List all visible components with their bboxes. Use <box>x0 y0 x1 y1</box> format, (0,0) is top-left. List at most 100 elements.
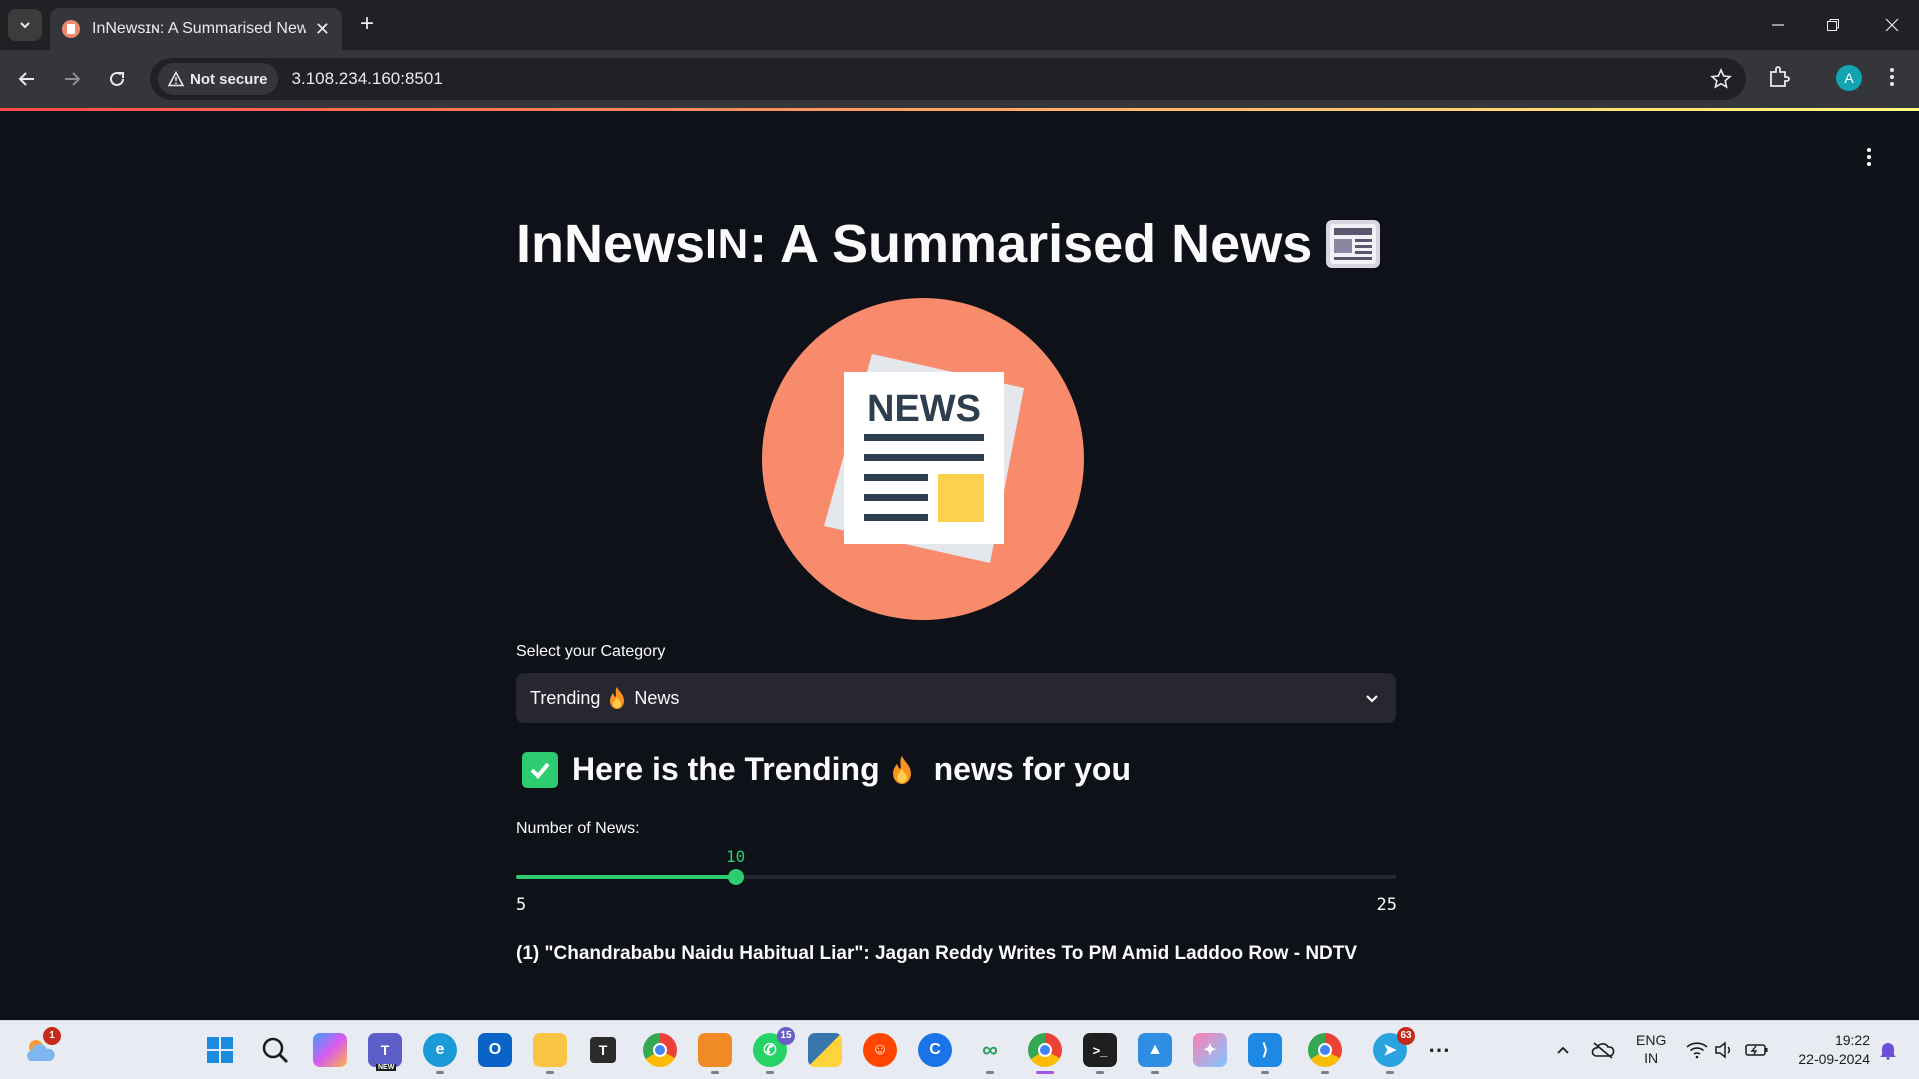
page-title-smallcaps: IN <box>705 220 750 267</box>
reload-button[interactable] <box>102 64 132 94</box>
language-code: ENG <box>1636 1032 1667 1048</box>
typora-icon: T <box>598 1042 608 1058</box>
security-chip[interactable]: Not secure <box>158 63 278 95</box>
news-hero-image: NEWS <box>762 298 1084 620</box>
weather-widget[interactable]: 1 <box>23 1027 61 1067</box>
back-arrow-icon <box>18 72 34 86</box>
news-item-title: (1) "Chandrababu Naidu Habitual Liar": J… <box>516 943 1358 964</box>
chrome-app[interactable] <box>643 1033 677 1067</box>
security-label: Not secure <box>190 70 268 88</box>
outlook-app[interactable]: O <box>478 1033 512 1067</box>
vscode-icon: ⟩ <box>1261 1042 1269 1059</box>
browser-tab[interactable]: InNewsɪɴ: A Summarised News | ✕ <box>50 8 342 50</box>
clock-time: 19:22 <box>1834 1032 1870 1048</box>
page-title: InNews IN: A Summarised News <box>516 213 1382 275</box>
search-button[interactable] <box>258 1033 292 1067</box>
chevron-up-icon <box>1557 1046 1569 1054</box>
photos-app[interactable]: ▲ <box>1138 1033 1172 1074</box>
infinity-icon: ∞ <box>982 1037 998 1062</box>
warning-icon <box>168 71 184 87</box>
extensions-puzzle-icon[interactable] <box>1766 64 1792 90</box>
close-icon <box>1885 18 1899 32</box>
windows-logo-icon <box>207 1037 233 1063</box>
chrome-profile-app[interactable] <box>1028 1033 1062 1074</box>
input-language[interactable]: ENG IN <box>1636 1031 1666 1067</box>
copilot-app[interactable] <box>313 1033 347 1067</box>
battery-button[interactable] <box>1740 1033 1774 1067</box>
telegram-app[interactable]: ➤ 63 <box>1373 1027 1415 1074</box>
chrome-menu-icon[interactable] <box>1884 64 1900 90</box>
show-hidden-icons-button[interactable] <box>1546 1033 1580 1067</box>
python-app[interactable] <box>808 1033 842 1067</box>
close-window-button[interactable] <box>1872 10 1912 40</box>
slider-thumb[interactable] <box>728 869 744 885</box>
page-title-prefix: InNews <box>516 214 706 274</box>
running-indicator <box>766 1071 774 1074</box>
minimize-button[interactable] <box>1758 10 1798 40</box>
tab-search-button[interactable] <box>8 9 42 41</box>
vscode-app[interactable]: ⟩ <box>1248 1033 1282 1074</box>
teams-app[interactable]: T NEW <box>368 1033 402 1071</box>
chrome-icon <box>1318 1043 1332 1057</box>
volume-button[interactable] <box>1708 1033 1742 1067</box>
typora-app[interactable]: T <box>590 1037 616 1063</box>
fire-icon <box>892 755 911 784</box>
system-clock[interactable]: 19:22 22-09-2024 <box>1786 1031 1870 1069</box>
new-tab-button[interactable]: + <box>352 10 382 40</box>
slider-max: 25 <box>1376 895 1397 915</box>
whatsapp-badge: 15 <box>777 1027 795 1045</box>
running-indicator <box>1151 1071 1159 1074</box>
cloud-off-icon <box>1591 1042 1615 1059</box>
running-indicator <box>711 1071 719 1074</box>
url-text[interactable]: 3.108.234.160:8501 <box>292 69 443 89</box>
language-region: IN <box>1644 1050 1659 1066</box>
file-explorer-app[interactable] <box>533 1033 567 1074</box>
category-select-label: Select your Category <box>516 643 666 660</box>
jupyter-app[interactable]: ∞ <box>973 1033 1007 1074</box>
forward-arrow-icon <box>65 72 81 86</box>
app-menu-button[interactable] <box>1861 145 1877 169</box>
clock-date: 22-09-2024 <box>1798 1051 1870 1067</box>
news-count-slider[interactable] <box>516 875 1396 879</box>
profile-avatar[interactable]: A <box>1836 65 1862 91</box>
c-app[interactable]: C <box>918 1033 952 1067</box>
news-count-value: 10 <box>726 847 746 866</box>
address-bar[interactable]: Not secure 3.108.234.160:8501 <box>150 58 1746 100</box>
chevron-down-icon <box>20 22 30 29</box>
restore-button[interactable] <box>1813 10 1853 40</box>
category-value-suffix: News <box>634 687 680 708</box>
whatsapp-icon: ✆ <box>763 1042 777 1059</box>
outlook-icon: O <box>488 1041 502 1058</box>
back-button[interactable] <box>12 64 42 94</box>
bookmark-star-icon[interactable] <box>1710 68 1732 90</box>
restore-icon <box>1827 19 1839 31</box>
fire-icon <box>610 687 625 709</box>
browser-tabbar: InNewsɪɴ: A Summarised News | ✕ + <box>0 0 1919 50</box>
edge-app[interactable]: e <box>423 1033 457 1074</box>
teams-new-label: NEW <box>376 1064 397 1071</box>
running-indicator <box>986 1071 994 1074</box>
chevron-down-icon <box>1366 695 1378 703</box>
active-indicator <box>1036 1071 1054 1074</box>
bell-icon <box>1880 1043 1896 1060</box>
snipping-icon: ✦ <box>1203 1042 1217 1059</box>
photos-icon: ▲ <box>1147 1041 1163 1058</box>
volume-icon <box>1715 1041 1731 1059</box>
category-select[interactable]: Trending News <box>516 673 1396 723</box>
whatsapp-app[interactable]: ✆ 15 <box>753 1027 795 1074</box>
more-apps-button[interactable]: ⋯ <box>1422 1033 1456 1067</box>
start-button[interactable] <box>203 1033 237 1067</box>
package-app[interactable] <box>698 1033 732 1074</box>
chrome-second-profile-app[interactable] <box>1308 1033 1342 1074</box>
news-heading: Here is the Trending news for you <box>522 751 1131 788</box>
running-indicator <box>1261 1071 1269 1074</box>
onedrive-button[interactable] <box>1586 1033 1620 1067</box>
running-indicator <box>436 1071 444 1074</box>
notifications-button[interactable] <box>1871 1033 1905 1067</box>
forward-button[interactable] <box>57 64 87 94</box>
tab-close-icon[interactable]: ✕ <box>315 19 330 40</box>
terminal-app[interactable]: >_ <box>1083 1033 1117 1074</box>
snipping-app[interactable]: ✦ <box>1193 1033 1227 1067</box>
running-indicator <box>1386 1071 1394 1074</box>
reddit-app[interactable]: ☺ <box>863 1033 897 1067</box>
